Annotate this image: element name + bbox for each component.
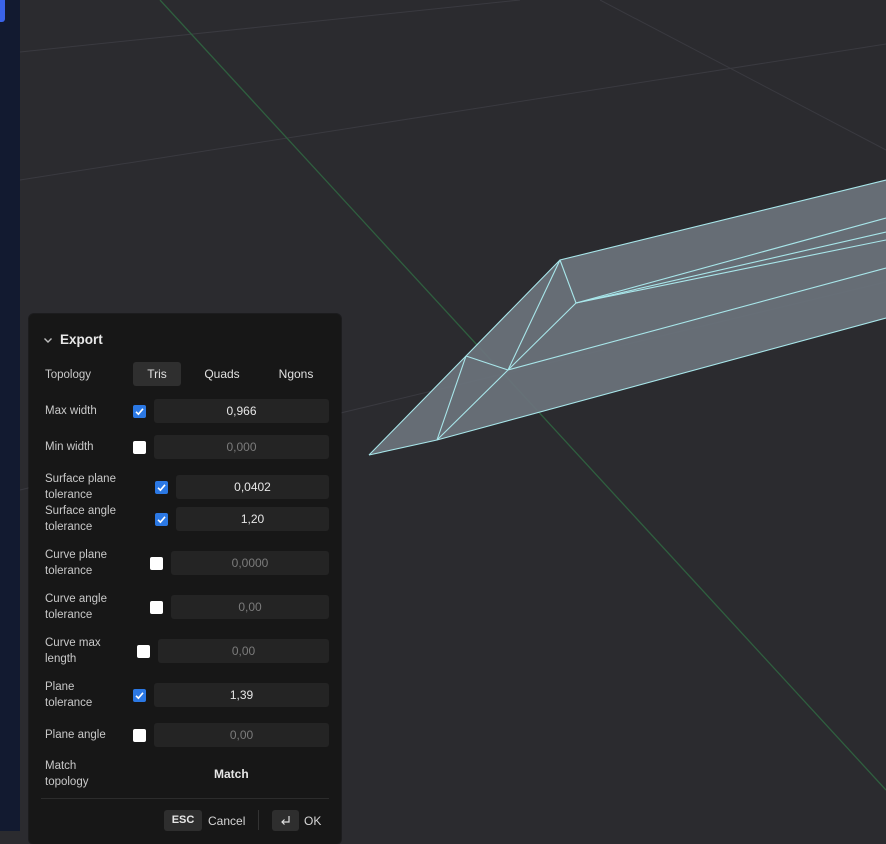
surface-angle-tolerance-input[interactable]: 1,20 bbox=[176, 507, 329, 531]
label-line: Surface plane bbox=[45, 473, 116, 485]
plane-angle-input[interactable]: 0,00 bbox=[154, 723, 329, 747]
curve-max-length-checkbox[interactable] bbox=[137, 645, 150, 658]
checkmark-icon bbox=[135, 692, 144, 700]
label-line: Plane angle bbox=[45, 729, 106, 741]
export-header[interactable]: Export bbox=[42, 332, 103, 347]
label-line: Curve max bbox=[45, 637, 101, 649]
label-line: Curve angle bbox=[45, 593, 108, 605]
grid-line bbox=[19, 0, 521, 53]
footer-separator bbox=[258, 810, 259, 830]
footer-divider bbox=[41, 798, 329, 799]
chevron-down-icon[interactable] bbox=[42, 334, 54, 346]
curve-max-length-input[interactable]: 0,00 bbox=[158, 639, 329, 663]
label-line: Match bbox=[45, 760, 77, 772]
surface-plane-tolerance-input[interactable]: 0,0402 bbox=[176, 475, 329, 499]
label-line: tolerance bbox=[45, 521, 93, 533]
surface-angle-tolerance-checkbox[interactable] bbox=[155, 513, 168, 526]
esc-key-badge[interactable]: ESC bbox=[164, 810, 202, 831]
curve-angle-tolerance-checkbox[interactable] bbox=[150, 601, 163, 614]
grid-line bbox=[19, 43, 886, 181]
plane-tolerance-checkbox[interactable] bbox=[133, 689, 146, 702]
label-line: Plane bbox=[45, 681, 75, 693]
label-line: length bbox=[45, 653, 77, 665]
curve-angle-tolerance-label: Curve angle tolerance bbox=[45, 591, 107, 623]
topology-tris-button[interactable]: Tris bbox=[133, 362, 181, 386]
match-topology-label: Match topology bbox=[45, 758, 88, 790]
sidebar-active-indicator bbox=[0, 0, 5, 22]
label-line: tolerance bbox=[45, 609, 93, 621]
plane-angle-checkbox[interactable] bbox=[133, 729, 146, 742]
plane-angle-label: Plane angle bbox=[45, 727, 106, 743]
plane-tolerance-input[interactable]: 1,39 bbox=[154, 683, 329, 707]
label-line: tolerance bbox=[45, 489, 93, 501]
export-panel: Export Topology Tris Quads Ngons Max wid… bbox=[29, 314, 341, 844]
curve-angle-tolerance-input[interactable]: 0,00 bbox=[171, 595, 329, 619]
left-sidebar bbox=[0, 0, 20, 831]
curve-plane-tolerance-input[interactable]: 0,0000 bbox=[171, 551, 329, 575]
grid-line bbox=[599, 0, 886, 151]
surface-plane-tolerance-checkbox[interactable] bbox=[155, 481, 168, 494]
label-line: Curve plane bbox=[45, 549, 108, 561]
label-line: Min width bbox=[45, 441, 94, 453]
ok-button[interactable]: OK bbox=[304, 811, 321, 831]
panel-title: Export bbox=[60, 332, 103, 347]
checkmark-icon bbox=[157, 516, 166, 524]
label-line: Surface angle bbox=[45, 505, 116, 517]
match-button[interactable]: Match bbox=[214, 767, 249, 781]
checkmark-icon bbox=[135, 408, 144, 416]
topology-ngons-button[interactable]: Ngons bbox=[267, 362, 325, 386]
min-width-input[interactable]: 0,000 bbox=[154, 435, 329, 459]
max-width-input[interactable]: 0,966 bbox=[154, 399, 329, 423]
min-width-label: Min width bbox=[45, 439, 94, 455]
enter-key-badge[interactable] bbox=[272, 810, 299, 831]
surface-angle-tolerance-label: Surface angle tolerance bbox=[45, 503, 116, 535]
mesh-object[interactable] bbox=[368, 179, 886, 456]
max-width-label: Max width bbox=[45, 403, 97, 419]
checkmark-icon bbox=[157, 484, 166, 492]
topology-quads-button[interactable]: Quads bbox=[195, 362, 249, 386]
cancel-button[interactable]: Cancel bbox=[208, 811, 245, 831]
min-width-checkbox[interactable] bbox=[133, 441, 146, 454]
max-width-checkbox[interactable] bbox=[133, 405, 146, 418]
label-line: tolerance bbox=[45, 697, 93, 709]
topology-label: Topology bbox=[45, 369, 92, 381]
label-line: topology bbox=[45, 776, 89, 788]
label-line: Max width bbox=[45, 405, 97, 417]
plane-tolerance-label: Plane tolerance bbox=[45, 679, 92, 711]
enter-icon bbox=[281, 816, 290, 825]
curve-plane-tolerance-checkbox[interactable] bbox=[150, 557, 163, 570]
curve-max-length-label: Curve max length bbox=[45, 635, 101, 667]
label-line: tolerance bbox=[45, 565, 93, 577]
curve-plane-tolerance-label: Curve plane tolerance bbox=[45, 547, 107, 579]
surface-plane-tolerance-label: Surface plane tolerance bbox=[45, 471, 116, 503]
